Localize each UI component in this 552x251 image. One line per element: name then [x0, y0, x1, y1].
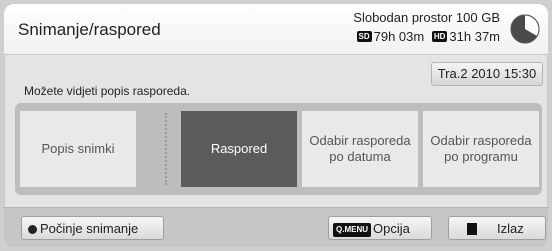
remaining-times: SD 79h 03m HD 31h 37m	[353, 28, 500, 46]
description-text: Možete vidjeti popis rasporeda.	[24, 84, 191, 98]
schedule-menu: Popis snimki Raspored Odabir rasporeda p…	[15, 103, 542, 195]
record-dot-icon	[28, 225, 37, 235]
menu-item-label: Raspored	[210, 141, 268, 156]
menu-item-label: Popis snimki	[41, 141, 115, 156]
menu-item-schedule-by-program[interactable]: Odabir rasporeda po programu	[423, 111, 539, 187]
menu-divider	[165, 113, 167, 185]
storage-info: Slobodan prostor 100 GB SD 79h 03m HD 31h …	[353, 10, 500, 46]
option-label: Opcija	[373, 221, 410, 236]
menu-item-recordings-list[interactable]: Popis snimki	[20, 111, 136, 187]
header: Snimanje/raspored Slobodan prostor 100 G…	[4, 4, 548, 55]
option-button[interactable]: Q.MENU Opcija	[328, 216, 432, 240]
current-date-time: Tra.2 2010 15:30	[431, 62, 543, 86]
start-recording-button[interactable]: Počinje snimanje	[21, 216, 164, 240]
exit-key-icon	[467, 222, 477, 235]
recording-schedule-panel: Snimanje/raspored Slobodan prostor 100 G…	[4, 4, 548, 247]
page-title: Snimanje/raspored	[18, 20, 161, 39]
free-space-text: Slobodan prostor 100 GB	[353, 10, 500, 25]
sd-badge: SD	[356, 31, 372, 43]
qmenu-key-icon: Q.MENU	[333, 222, 371, 237]
menu-item-schedule[interactable]: Raspored	[181, 111, 297, 187]
menu-item-label: Odabir rasporeda po datuma	[309, 133, 411, 164]
hd-badge: HD	[431, 31, 448, 43]
exit-button[interactable]: Izlaz	[448, 216, 546, 240]
sd-time: 79h 03m	[373, 29, 425, 44]
exit-label: Izlaz	[497, 221, 524, 236]
hd-time: 31h 37m	[449, 29, 500, 44]
start-recording-label: Počinje snimanje	[40, 221, 139, 236]
footer-bar: Počinje snimanje Q.MENU Opcija Izlaz	[4, 207, 548, 247]
menu-item-label: Odabir rasporeda po programu	[430, 133, 532, 164]
menu-item-schedule-by-date[interactable]: Odabir rasporeda po datuma	[302, 111, 418, 187]
storage-pie-icon	[510, 14, 540, 44]
